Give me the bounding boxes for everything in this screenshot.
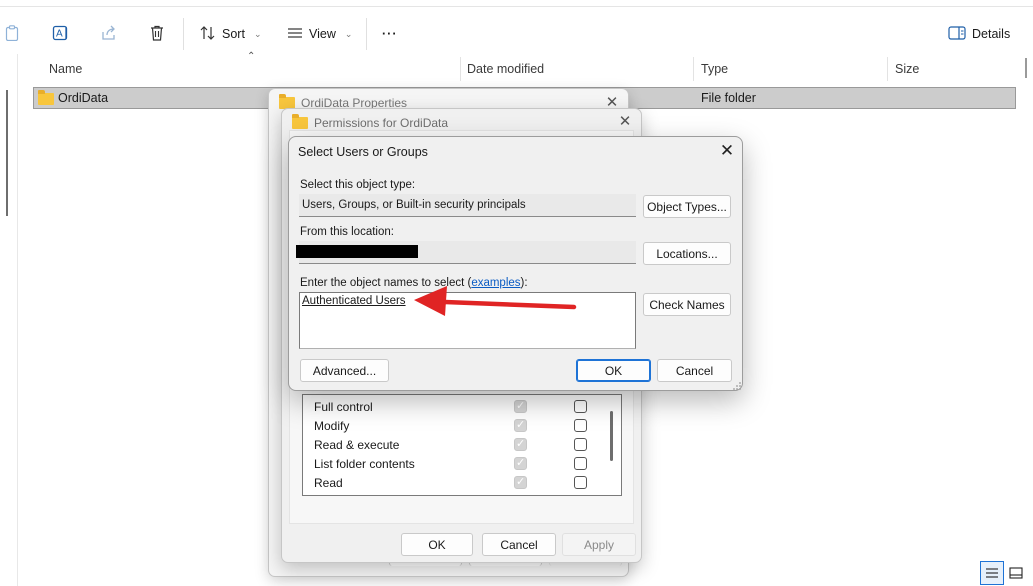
- details-button[interactable]: Details: [948, 23, 1010, 45]
- select-dialog-title: Select Users or Groups: [298, 145, 428, 159]
- deny-checkbox[interactable]: [574, 457, 587, 470]
- allow-checkbox[interactable]: [514, 437, 527, 451]
- details-pane-icon: [948, 25, 966, 43]
- object-type-label: Select this object type:: [300, 179, 416, 191]
- column-header-type[interactable]: Type: [695, 57, 885, 81]
- object-type-field: Users, Groups, or Built-in security prin…: [299, 194, 636, 217]
- sort-button[interactable]: Sort ⌄: [200, 23, 261, 45]
- column-header-date-modified[interactable]: Date modified: [461, 57, 693, 81]
- close-icon[interactable]: ✕: [718, 142, 736, 160]
- object-names-label-suffix: ):: [520, 277, 528, 289]
- allow-checkbox[interactable]: [516, 494, 525, 495]
- resize-grip-icon[interactable]: [732, 381, 742, 391]
- delete-icon[interactable]: [148, 24, 166, 42]
- permissions-list: Full control Modify Read & execute List …: [302, 394, 622, 496]
- view-icon: [287, 26, 303, 43]
- nav-scrollbar-thumb[interactable]: [6, 90, 8, 216]
- tiles-view-icon: [1009, 567, 1023, 579]
- view-button[interactable]: View ⌄: [287, 23, 352, 45]
- permissions-title: Permissions for OrdiData: [314, 116, 449, 130]
- deny-checkbox[interactable]: [574, 495, 587, 496]
- object-type-value: Users, Groups, or Built-in security prin…: [302, 199, 526, 211]
- allow-checkbox[interactable]: [514, 456, 527, 470]
- clipboard-icon[interactable]: [4, 24, 20, 42]
- object-names-label-prefix: Enter the object names to select (: [300, 277, 472, 289]
- column-header-name[interactable]: Name: [43, 57, 463, 81]
- tiles-view-toggle[interactable]: [1006, 563, 1026, 583]
- redacted-location: [296, 245, 418, 258]
- allow-checkbox[interactable]: [514, 418, 527, 432]
- permissions-ok-button[interactable]: OK: [401, 533, 473, 556]
- more-icon[interactable]: ···: [382, 23, 398, 45]
- sort-label: Sort: [222, 27, 245, 41]
- column-divider[interactable]: [693, 57, 694, 81]
- permission-row: Modify: [303, 416, 603, 435]
- column-divider[interactable]: [887, 57, 888, 81]
- permission-row: Read & execute: [303, 435, 603, 454]
- view-label: View: [309, 27, 336, 41]
- chevron-down-icon: ⌄: [253, 28, 262, 39]
- allow-checkbox[interactable]: [514, 399, 527, 413]
- navigation-pane-edge: [0, 54, 18, 586]
- advanced-button[interactable]: Advanced...: [300, 359, 389, 382]
- toolbar-separator: [183, 18, 184, 50]
- deny-checkbox[interactable]: [574, 438, 587, 451]
- svg-text:A: A: [56, 29, 63, 40]
- command-bar: A Sort ⌄ View ⌄ ··· Details: [0, 8, 1033, 54]
- file-list-scrollbar-thumb[interactable]: [1025, 58, 1027, 78]
- permission-name: Read: [314, 475, 343, 490]
- examples-link[interactable]: examples: [471, 277, 520, 289]
- details-label: Details: [972, 27, 1011, 41]
- file-list-scrollbar[interactable]: [1020, 54, 1033, 586]
- permission-row: Full control: [303, 397, 603, 416]
- permission-name: Full control: [314, 399, 373, 414]
- permission-row: Read: [303, 473, 603, 492]
- details-view-toggle[interactable]: [980, 561, 1004, 585]
- allow-checkbox[interactable]: [514, 475, 527, 489]
- rename-icon[interactable]: A: [52, 24, 70, 42]
- object-names-label: Enter the object names to select (exampl…: [300, 277, 528, 289]
- column-header-size[interactable]: Size: [889, 57, 1009, 81]
- permission-name: List folder contents: [314, 456, 415, 471]
- toolbar-separator: [366, 18, 367, 50]
- location-label: From this location:: [300, 226, 394, 238]
- folder-icon: [292, 114, 308, 129]
- permissions-cancel-button[interactable]: Cancel: [482, 533, 556, 556]
- permissions-apply-button[interactable]: Apply: [562, 533, 636, 556]
- column-header-row: Name Date modified Type Size: [33, 57, 1018, 81]
- locations-button[interactable]: Locations...: [643, 242, 731, 265]
- deny-checkbox[interactable]: [574, 476, 587, 489]
- permission-row: List folder contents: [303, 454, 603, 473]
- check-names-button[interactable]: Check Names: [643, 293, 731, 316]
- window-top-edge: [0, 0, 1033, 7]
- object-names-value: Authenticated Users: [302, 295, 406, 307]
- share-icon[interactable]: [100, 24, 118, 42]
- sort-icon: [200, 25, 216, 44]
- file-name: OrdiData: [58, 91, 109, 105]
- object-types-button[interactable]: Object Types...: [643, 195, 731, 218]
- permission-name: Modify: [314, 418, 350, 433]
- folder-icon: [38, 90, 54, 105]
- close-icon[interactable]: ✕: [617, 114, 633, 130]
- list-view-icon: [986, 568, 998, 578]
- permission-name: Read & execute: [314, 437, 400, 452]
- select-ok-button[interactable]: OK: [576, 359, 651, 382]
- permissions-scrollbar-thumb[interactable]: [610, 411, 613, 461]
- deny-checkbox[interactable]: [574, 400, 587, 413]
- deny-checkbox[interactable]: [574, 419, 587, 432]
- select-cancel-button[interactable]: Cancel: [657, 359, 732, 382]
- chevron-down-icon: ⌄: [344, 28, 353, 39]
- file-type: File folder: [701, 91, 756, 105]
